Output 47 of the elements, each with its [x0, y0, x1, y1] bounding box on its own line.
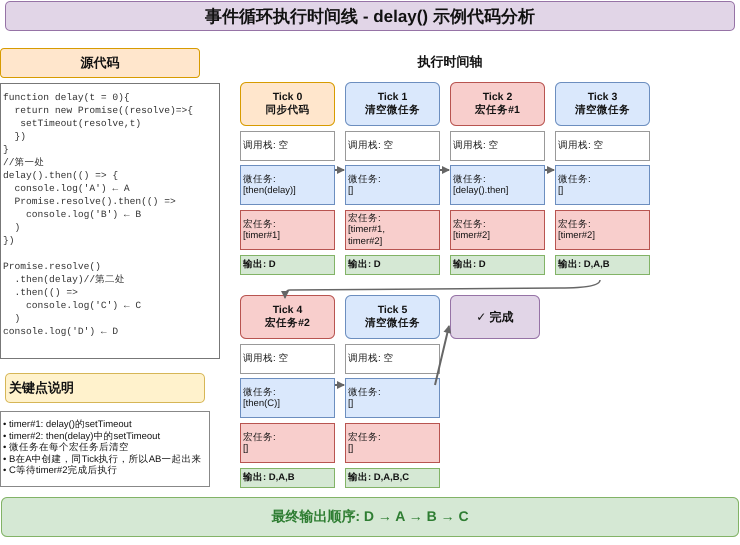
- call-stack-cell: 调用栈: 空: [240, 344, 335, 374]
- result-banner: 最终输出顺序: D → A → B → C: [1, 497, 739, 537]
- microtask-cell: 微任务: []: [345, 165, 440, 205]
- macrotask-cell: 宏任务: [timer#2]: [450, 210, 545, 250]
- arrow: [545, 166, 555, 174]
- arrow: [335, 381, 345, 389]
- microtask-cell: 微任务: [then(C)]: [240, 378, 335, 418]
- tick-header: Tick 0 同步代码: [240, 82, 335, 126]
- done-node: ✓ 完成: [450, 295, 540, 339]
- call-stack-cell: 调用栈: 空: [555, 131, 650, 161]
- microtask-cell: 微任务: []: [555, 165, 650, 205]
- notes-heading: 关键点说明: [5, 373, 205, 403]
- microtask-cell: 微任务: []: [345, 378, 440, 418]
- tick-header: Tick 3 清空微任务: [555, 82, 650, 126]
- microtask-cell: 微任务: [delay().then]: [450, 165, 545, 205]
- tick-header: Tick 4 宏任务#2: [240, 295, 335, 339]
- source-heading: 源代码: [0, 48, 200, 78]
- call-stack-cell: 调用栈: 空: [240, 131, 335, 161]
- note-item: • B在A中创建，同Tick执行，所以AB一起出来: [3, 454, 202, 465]
- output-cell: 输出: D: [240, 255, 335, 275]
- note-item: • timer#1: delay()的setTimeout: [3, 419, 133, 430]
- macrotask-cell: 宏任务: [timer#2]: [555, 210, 650, 250]
- macrotask-cell: 宏任务: [timer#1, timer#2]: [345, 210, 440, 250]
- note-item: • 微任务在每个宏任务后清空: [3, 442, 130, 454]
- call-stack-cell: 调用栈: 空: [450, 131, 545, 161]
- note-item: • C等待timer#2完成后执行: [3, 465, 119, 476]
- call-stack-cell: 调用栈: 空: [345, 344, 440, 374]
- tick-header: Tick 1 清空微任务: [345, 82, 440, 126]
- output-cell: 输出: D,A,B: [555, 255, 650, 275]
- macrotask-cell: 宏任务: []: [240, 423, 335, 463]
- timeline-heading: 执行时间轴: [416, 53, 484, 71]
- output-cell: 输出: D: [345, 255, 440, 275]
- code-block: function delay(t = 0){ return new Promise((resolve)=>{ setTimeout(resolve,t) }) } //第一处 delay().then(() => { console.log('A') ← A Promise.resolve().then(() => console.log('B') ← B ) }) Promise.resolve() .then(delay)//第二处 .then(() => console.log('C') ← C ) console.log('D') ← D: [0, 83, 220, 359]
- tick-header: Tick 5 清空微任务: [345, 295, 440, 339]
- call-stack-cell: 调用栈: 空: [345, 131, 440, 161]
- output-cell: 输出: D,A,B: [240, 468, 335, 488]
- diagram-title: 事件循环执行时间线 - delay() 示例代码分析: [5, 1, 735, 31]
- arrow: [440, 166, 450, 174]
- output-cell: 输出: D: [450, 255, 545, 275]
- arrow: [335, 166, 345, 174]
- arrow: [434, 325, 452, 386]
- note-item: • timer#2: then(delay)中的setTimeout: [3, 430, 162, 442]
- tick-header: Tick 2 宏任务#1: [450, 82, 545, 126]
- microtask-cell: 微任务: [then(delay)]: [240, 165, 335, 205]
- macrotask-cell: 宏任务: []: [345, 423, 440, 463]
- output-cell: 输出: D,A,B,C: [345, 468, 440, 488]
- macrotask-cell: 宏任务: [timer#1]: [240, 210, 335, 250]
